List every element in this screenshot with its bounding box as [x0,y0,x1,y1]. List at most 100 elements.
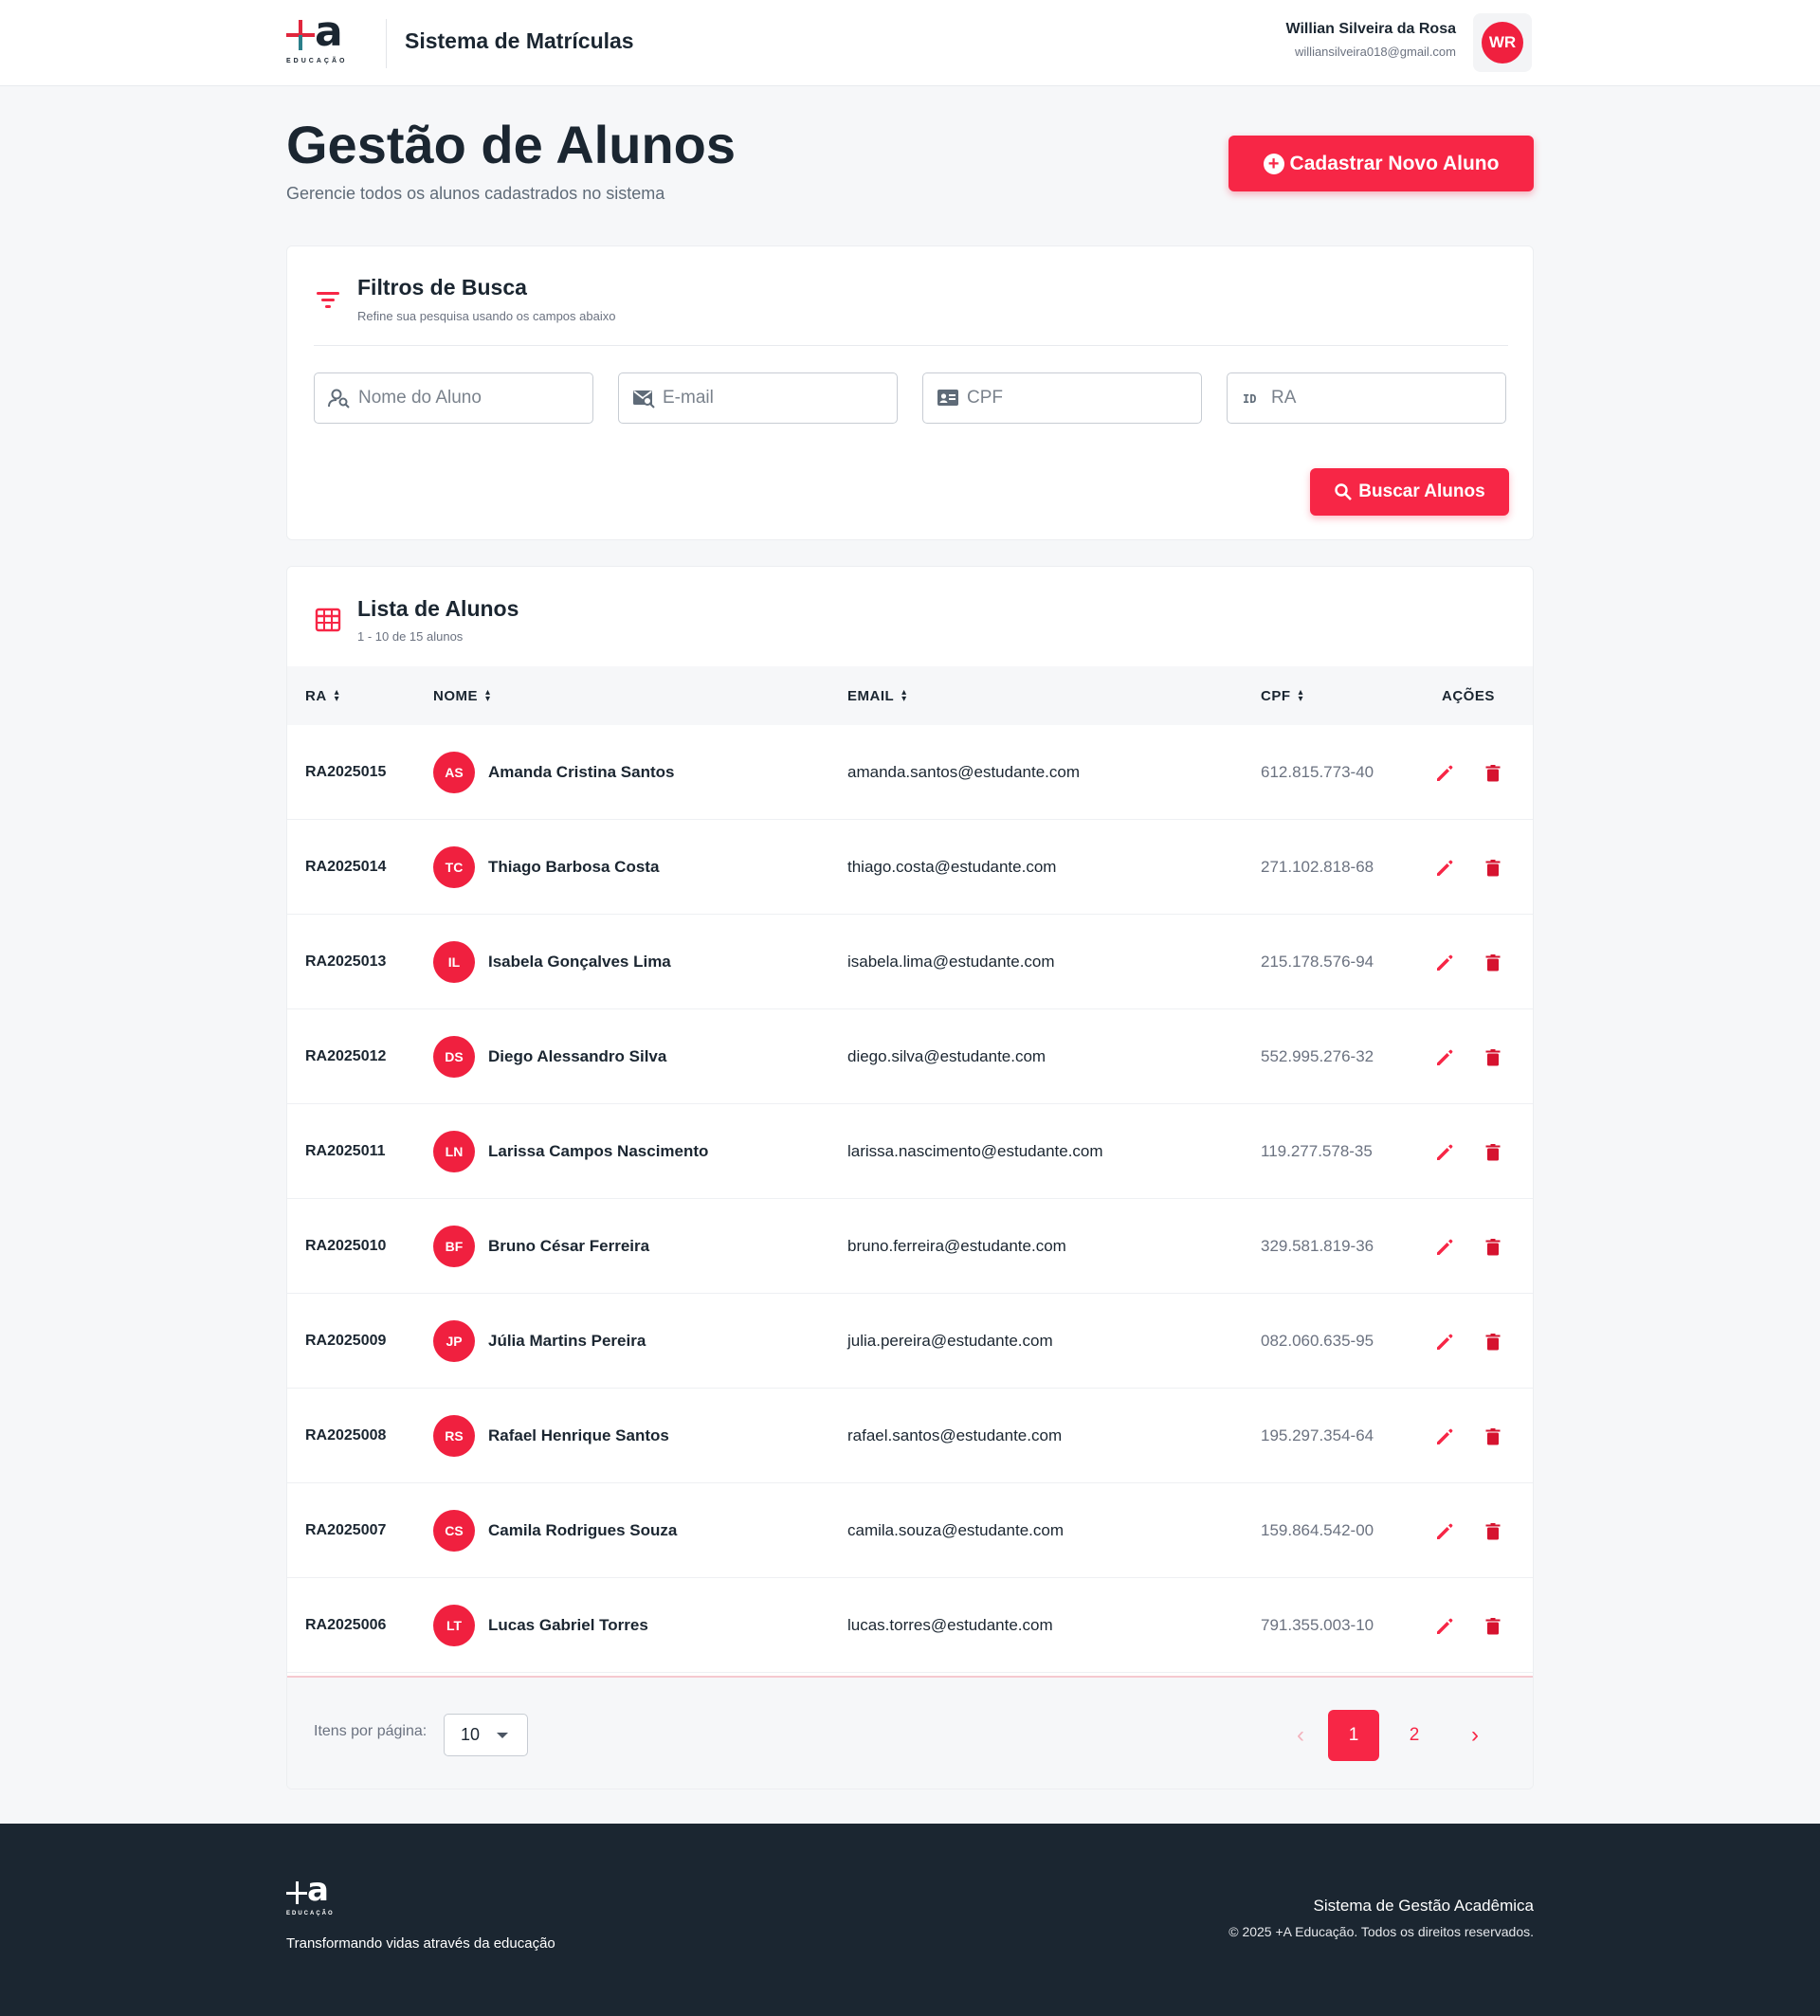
row-email: thiago.costa@estudante.com [847,858,1057,876]
column-name[interactable]: NOME ▴ ▾ [433,666,491,725]
row-avatar: BF [433,1226,475,1267]
table-row[interactable]: RA2025010 BF Bruno César Ferreira bruno.fer… [287,1199,1533,1294]
brand-logo[interactable]: a EDUCAÇÃO [286,11,355,70]
table-row[interactable]: RA2025007 CS Camila Rodrigues Souza camila.… [287,1483,1533,1578]
user-email: williansilveira018@gmail.com [1295,45,1456,59]
previous-page-button[interactable]: ‹ [1275,1710,1326,1761]
column-ra-label: RA [305,687,327,704]
pencil-icon[interactable] [1434,1142,1455,1163]
row-cpf: 082.060.635-95 [1261,1332,1374,1350]
page-2-button[interactable]: 2 [1389,1710,1440,1761]
table-row[interactable]: RA2025006 LT Lucas Gabriel Torres lucas.tor… [287,1578,1533,1673]
per-page-value: 10 [461,1725,481,1744]
sort-icon[interactable]: ▴ ▾ [335,688,340,704]
add-student-button[interactable]: + Cadastrar Novo Aluno [1228,136,1534,191]
per-page-select[interactable]: 10 [444,1714,528,1756]
row-avatar: LN [433,1131,475,1172]
table-row[interactable]: RA2025015 AS Amanda Cristina Santos amanda.… [287,725,1533,820]
row-name: Amanda Cristina Santos [488,763,675,781]
sort-icon[interactable]: ▴ ▾ [1299,688,1304,704]
row-avatar: CS [433,1510,475,1552]
filters-title: Filtros de Busca [357,275,527,300]
trash-icon[interactable] [1483,1142,1503,1163]
table-row[interactable]: RA2025009 JP Júlia Martins Pereira julia.pe… [287,1294,1533,1389]
table-grid-icon [315,608,341,632]
row-cpf: 119.277.578-35 [1261,1142,1373,1160]
trash-icon[interactable] [1483,1332,1503,1353]
row-cpf: 215.178.576-94 [1261,953,1374,971]
student-name-input[interactable] [358,373,586,423]
list-count: 1 - 10 de 15 alunos [357,629,464,644]
trash-icon[interactable] [1483,1047,1503,1068]
mail-search-icon [633,390,655,409]
column-cpf[interactable]: CPF ▴ ▾ [1261,666,1303,725]
row-ra: RA2025011 [305,1143,386,1159]
plus-circle-icon: + [1263,153,1284,174]
pencil-icon[interactable] [1434,858,1455,879]
row-cpf: 791.355.003-10 [1261,1616,1374,1634]
sort-icon[interactable]: ▴ ▾ [901,688,907,704]
trash-icon[interactable] [1483,858,1503,879]
user-avatar[interactable]: WR [1482,22,1523,64]
row-avatar: RS [433,1415,475,1457]
pencil-icon[interactable] [1434,763,1455,784]
table-row[interactable]: RA2025008 RS Rafael Henrique Santos rafael.… [287,1389,1533,1483]
pencil-icon[interactable] [1434,1426,1455,1447]
footer: a EDUCAÇÃO Transformando vidas através d… [0,1824,1820,2016]
next-page-button[interactable]: › [1449,1710,1501,1761]
row-ra: RA2025006 [305,1617,387,1633]
page-subtitle: Gerencie todos os alunos cadastrados no … [286,184,665,203]
pencil-icon[interactable] [1434,1047,1455,1068]
pencil-icon[interactable] [1434,953,1455,973]
row-email: rafael.santos@estudante.com [847,1426,1063,1444]
row-avatar: JP [433,1320,475,1362]
per-page-label: Itens por página: [314,1723,428,1739]
row-name: Thiago Barbosa Costa [488,858,660,876]
email-field[interactable] [618,372,898,424]
table-row[interactable]: RA2025014 TC Thiago Barbosa Costa thiago.co… [287,820,1533,915]
table-row[interactable]: RA2025012 DS Diego Alessandro Silva diego.s… [287,1009,1533,1104]
cpf-input[interactable] [967,373,1194,423]
email-input[interactable] [663,373,890,423]
search-icon [1335,483,1353,500]
sort-icon[interactable]: ▴ ▾ [485,688,491,704]
pencil-icon[interactable] [1434,1237,1455,1258]
trash-icon[interactable] [1483,1521,1503,1542]
trash-icon[interactable] [1483,1237,1503,1258]
row-ra: RA2025015 [305,764,387,780]
table-row[interactable]: RA2025011 LN Larissa Campos Nascimento lari… [287,1104,1533,1199]
trash-icon[interactable] [1483,1616,1503,1637]
row-ra: RA2025007 [305,1522,387,1538]
search-students-button[interactable]: Buscar Alunos [1310,468,1509,516]
footer-tagline: Transformando vidas através da educação [286,1935,555,1952]
column-actions-label: AÇÕES [1442,687,1495,704]
row-avatar: TC [433,846,475,888]
row-ra: RA2025010 [305,1238,387,1254]
ra-field[interactable]: ID [1227,372,1506,424]
trash-icon[interactable] [1483,763,1503,784]
list-title: Lista de Alunos [357,596,519,621]
pagination-bar: Itens por página: 10 ‹ 1 2 › [287,1676,1533,1789]
pencil-icon[interactable] [1434,1521,1455,1542]
trash-icon[interactable] [1483,953,1503,973]
cpf-field[interactable] [922,372,1202,424]
id-badge-icon: ID [1243,392,1256,406]
row-cpf: 159.864.542-00 [1261,1521,1374,1539]
row-name: Bruno César Ferreira [488,1237,650,1255]
page-1-button[interactable]: 1 [1328,1710,1379,1761]
row-email: julia.pereira@estudante.com [847,1332,1053,1350]
user-menu[interactable]: WR [1473,13,1532,72]
pencil-icon[interactable] [1434,1332,1455,1353]
row-cpf: 552.995.276-32 [1261,1047,1374,1065]
page-title: Gestão de Alunos [286,115,737,174]
column-ra[interactable]: RA ▴ ▾ [305,666,339,725]
caret-down-icon [497,1733,508,1738]
column-email[interactable]: EMAIL ▴ ▾ [847,666,907,725]
row-ra: RA2025009 [305,1333,387,1349]
table-row[interactable]: RA2025013 IL Isabela Gonçalves Lima isabela… [287,915,1533,1009]
student-name-field[interactable] [314,372,593,424]
pencil-icon[interactable] [1434,1616,1455,1637]
ra-input[interactable] [1271,373,1499,423]
row-avatar: AS [433,752,475,793]
trash-icon[interactable] [1483,1426,1503,1447]
